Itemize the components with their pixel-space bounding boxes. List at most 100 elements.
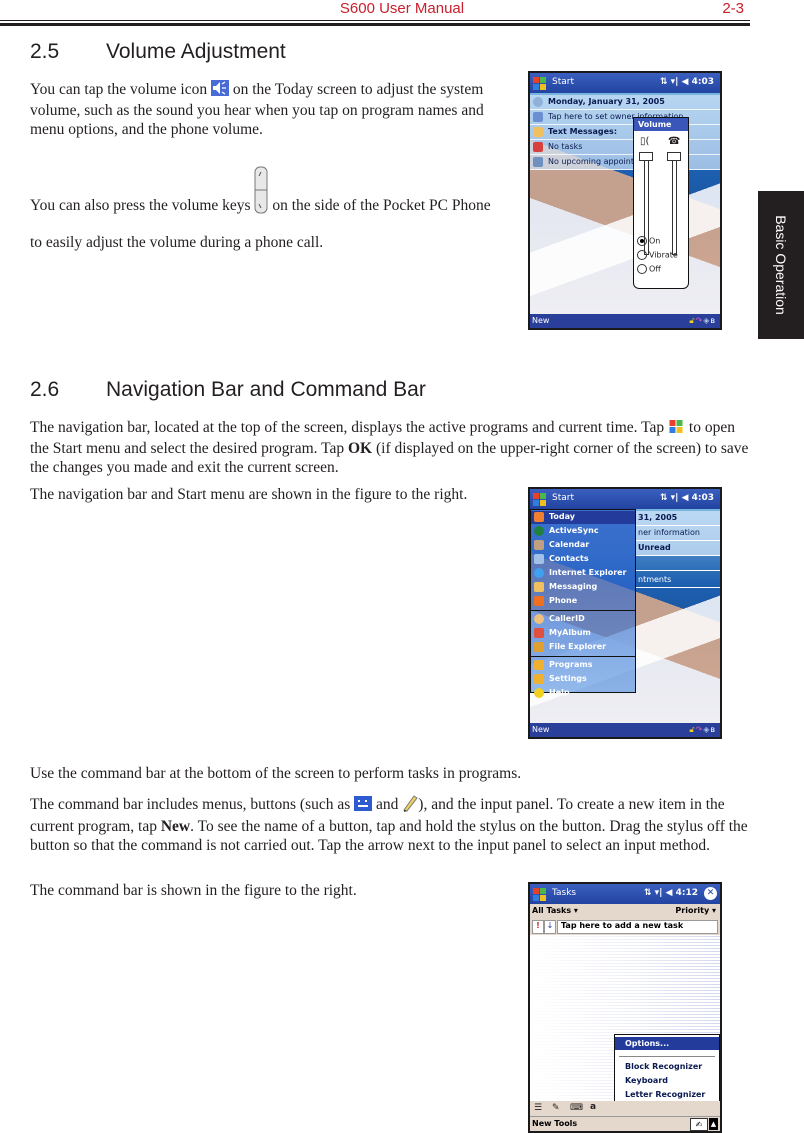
new-task-input[interactable]: Tap here to add a new task <box>557 920 718 934</box>
section-number: 2.5 <box>30 40 60 63</box>
navigation-bar: Tasks ⇅ ▾| ◀ 4:12 ✕ <box>530 884 720 904</box>
start-menu-item-messaging[interactable]: Messaging <box>531 581 635 594</box>
radio-button[interactable] <box>637 264 647 274</box>
text: The navigation bar, located at the top o… <box>30 419 665 437</box>
menu-label: Programs <box>549 660 593 669</box>
priority-icon[interactable]: ! <box>532 920 544 934</box>
row-text: No tasks <box>548 142 583 151</box>
nav-title[interactable]: Tasks <box>552 888 576 898</box>
keyboard-icon[interactable]: ⌨ <box>570 1103 583 1113</box>
section-title: Navigation Bar and Command Bar <box>106 378 426 401</box>
sort-dropdown[interactable]: Priority ▾ <box>675 906 716 915</box>
new-button[interactable]: New <box>532 725 549 734</box>
menu-label: Today <box>549 512 575 521</box>
today-row-owner[interactable]: Tap here to set owner information <box>530 110 720 125</box>
menu-item-letter-recognizer[interactable]: Letter Recognizer <box>625 1090 705 1099</box>
command-bar-buttons: ☰ ✎ ⌨ a <box>530 1101 720 1117</box>
radio-vibrate[interactable]: Vibrate <box>637 250 678 260</box>
today-row-owner[interactable]: ner information <box>636 526 720 541</box>
file-explorer-icon <box>534 642 544 652</box>
nav-title[interactable]: Start <box>552 493 574 503</box>
menu-label: ActiveSync <box>549 526 599 535</box>
sort-arrow-icon[interactable]: ↓ <box>544 920 556 934</box>
windows-start-icon[interactable] <box>532 886 548 902</box>
start-menu-item-callerid[interactable]: CallerID <box>531 613 635 626</box>
paragraph-command-bar-intro: Use the command bar at the bottom of the… <box>30 765 522 782</box>
start-menu-item-file-explorer[interactable]: File Explorer <box>531 641 635 654</box>
settings-folder-icon <box>534 674 544 684</box>
today-row-appointments[interactable]: No upcoming appointments <box>530 155 720 170</box>
start-menu-item-programs[interactable]: Programs <box>531 659 635 672</box>
filter-dropdown[interactable]: All Tasks ▾ <box>532 906 578 915</box>
start-menu-item-help[interactable]: Help <box>531 687 635 698</box>
page-number: 2-3 <box>722 0 744 17</box>
edit-icon[interactable]: ✎ <box>552 1103 560 1113</box>
owner-card-icon <box>533 112 543 122</box>
row-text: Text Messages: <box>548 127 618 136</box>
paragraph-volume-keys: You can also press the volume keys on th… <box>30 166 500 252</box>
radio-button[interactable] <box>637 236 647 246</box>
input-panel-button[interactable]: ✍ <box>690 1118 708 1131</box>
text: The command bar includes menus, buttons … <box>30 796 351 814</box>
chapter-side-tab-label: Basic Operation <box>773 215 789 315</box>
menu-separator <box>619 1056 715 1057</box>
windows-start-icon[interactable] <box>532 75 548 91</box>
section-heading-2-5: 2.5 Volume Adjustment <box>30 40 286 64</box>
status-area[interactable]: ⇅ ▾| ◀ 4:12 <box>644 888 698 898</box>
menu-item-options[interactable]: Options... <box>615 1037 719 1050</box>
start-menu-item-myalbum[interactable]: MyAlbum <box>531 627 635 640</box>
paragraph-command-bar-details: The command bar includes menus, buttons … <box>30 794 750 855</box>
status-area[interactable]: ⇅ ▾| ◀ 4:03 <box>660 77 714 87</box>
menu-label: Calendar <box>549 540 590 549</box>
today-row-messages[interactable]: Unread <box>636 541 720 556</box>
phone-volume-slider[interactable] <box>672 158 677 255</box>
today-row-tasks[interactable] <box>636 556 720 571</box>
command-bar: New 🔓︎↷◈ʙ <box>530 723 720 737</box>
status-area[interactable]: ⇅ ▾| ◀ 4:03 <box>660 493 714 503</box>
bluetooth-icon[interactable]: ʙ <box>710 316 716 325</box>
radio-off[interactable]: Off <box>637 264 661 274</box>
start-menu-item-activesync[interactable]: ActiveSync <box>531 525 635 538</box>
new-tools-menu[interactable]: New Tools <box>532 1119 577 1128</box>
paragraph-navigation-bar: The navigation bar, located at the top o… <box>30 418 750 477</box>
messaging-icon <box>534 582 544 592</box>
new-button[interactable]: New <box>532 316 549 325</box>
today-row-date[interactable]: 31, 2005 <box>636 511 720 526</box>
input-selector-arrow-icon[interactable]: ▲ <box>709 1118 718 1130</box>
pencil-button-icon <box>402 794 419 817</box>
start-menu-item-contacts[interactable]: Contacts <box>531 553 635 566</box>
system-tray-icons[interactable]: 🔓︎↷◈ʙ <box>689 316 716 326</box>
text: You can tap the volume icon <box>30 81 208 99</box>
system-volume-knob[interactable] <box>639 152 653 161</box>
menu-item-keyboard[interactable]: Keyboard <box>625 1076 668 1085</box>
today-row-appointments[interactable]: ntments <box>636 573 720 588</box>
phone-volume-knob[interactable] <box>667 152 681 161</box>
today-row-date[interactable]: Monday, January 31, 2005 <box>530 95 720 110</box>
section-number: 2.6 <box>30 378 60 401</box>
start-menu-item-calendar[interactable]: Calendar <box>531 539 635 552</box>
start-menu-item-phone[interactable]: Phone <box>531 595 635 608</box>
nav-title[interactable]: Start <box>552 77 574 87</box>
clock: 4:12 <box>675 888 698 898</box>
today-row-tasks[interactable]: No tasks <box>530 140 720 155</box>
windows-start-icon[interactable] <box>532 491 548 507</box>
row-text: ntments <box>638 575 672 584</box>
start-menu-item-settings[interactable]: Settings <box>531 673 635 686</box>
list-view-icon[interactable]: ☰ <box>534 1103 542 1113</box>
menu-item-block-recognizer[interactable]: Block Recognizer <box>625 1062 702 1071</box>
system-tray-icons[interactable]: 🔓︎↷◈ʙ <box>689 725 716 735</box>
menu-label: Messaging <box>549 582 598 591</box>
close-icon[interactable]: ✕ <box>704 887 717 900</box>
menu-separator <box>531 656 635 657</box>
radio-on[interactable]: On <box>637 236 660 246</box>
bluetooth-icon[interactable]: ʙ <box>710 725 716 734</box>
start-menu-item-internet-explorer[interactable]: Internet Explorer <box>531 567 635 580</box>
today-row-messages[interactable]: Text Messages: <box>530 125 720 140</box>
row-text: Unread <box>638 543 671 552</box>
radio-button[interactable] <box>637 250 647 260</box>
menu-label: Internet Explorer <box>549 568 627 577</box>
volume-popup: Volume ▯( ☎ On Vibrate Off <box>633 117 689 289</box>
myalbum-icon <box>534 628 544 638</box>
start-menu-item-today[interactable]: Today <box>531 511 635 524</box>
font-icon[interactable]: a <box>590 1102 596 1112</box>
